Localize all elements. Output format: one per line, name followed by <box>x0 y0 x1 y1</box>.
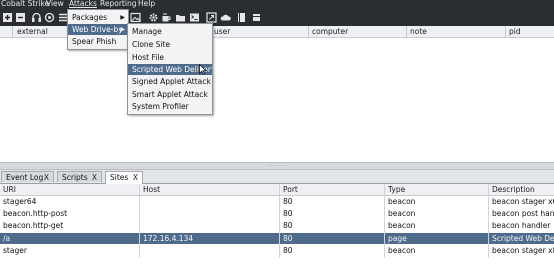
terminal-icon[interactable] <box>189 12 200 23</box>
cell-type: beacon <box>388 209 416 218</box>
tab-label: Event Log <box>6 173 44 182</box>
pane-splitter[interactable]: · · · · · <box>0 162 554 170</box>
link-icon[interactable] <box>206 12 217 23</box>
menu-item-system-profiler[interactable]: System Profiler <box>128 101 212 112</box>
close-icon[interactable]: X <box>92 172 97 183</box>
menu-item-web-drive-by[interactable]: Web Drive-by ▶ <box>68 24 128 35</box>
menu-reporting[interactable]: Reporting <box>100 0 136 9</box>
cell-uri: beacon.http-post <box>3 209 68 218</box>
coffee-icon[interactable] <box>161 12 172 23</box>
menu-attacks[interactable]: Attacks <box>69 0 97 9</box>
close-icon[interactable]: X <box>44 172 49 183</box>
column-divider <box>505 26 506 38</box>
menu-view[interactable]: View <box>46 0 64 9</box>
column-divider <box>406 26 407 38</box>
cell-uri: stager <box>3 246 27 255</box>
add-icon[interactable] <box>2 12 13 23</box>
cell-description: Scripted Web Deliv <box>492 234 554 243</box>
image-icon[interactable] <box>130 12 141 23</box>
tab-label: Sites <box>110 173 129 182</box>
table-row[interactable]: beacon.http-post 80 beacon beacon post h… <box>0 209 554 219</box>
attacks-menu: Packages ▶ Web Drive-by ▶ Spear Phish <box>67 9 129 50</box>
cell-type: beacon <box>388 246 416 255</box>
sites-table-header: URI Host Port Type Description <box>0 184 554 196</box>
column-header-type[interactable]: Type <box>388 184 488 195</box>
menu-item-signed-applet-attack[interactable]: Signed Applet Attack <box>128 76 212 87</box>
cell-port: 80 <box>283 209 293 218</box>
menu-item-spear-phish[interactable]: Spear Phish <box>68 36 128 47</box>
remove-icon[interactable] <box>15 12 26 23</box>
targets-table-body[interactable] <box>0 38 554 162</box>
menu-item-label: Packages <box>72 13 107 22</box>
menu-item-host-file[interactable]: Host File <box>128 52 212 63</box>
cell-host <box>143 246 278 256</box>
menu-help[interactable]: Help <box>138 0 155 9</box>
column-divider <box>12 26 13 38</box>
column-header-port[interactable]: Port <box>283 184 383 195</box>
cell-type: beacon <box>388 197 416 206</box>
menu-item-smart-applet-attack[interactable]: Smart Applet Attack <box>128 89 212 100</box>
cell-description: beacon handler <box>492 221 551 230</box>
column-header-pid[interactable]: pid <box>509 26 549 37</box>
menu-cobalt-strike[interactable]: Cobalt Strike <box>1 0 49 9</box>
menu-item-label: Web Drive-by <box>72 25 123 34</box>
cell-host <box>143 197 278 207</box>
tab-event-log[interactable]: Event Log X <box>1 171 54 182</box>
folder-icon[interactable] <box>175 12 186 23</box>
chevron-right-icon: ▶ <box>120 26 125 33</box>
tab-sites[interactable]: Sites X <box>105 171 143 184</box>
cell-type: beacon <box>388 221 416 230</box>
column-divider <box>308 26 309 38</box>
tab-label: Scripts <box>62 173 88 182</box>
cell-description: beacon stager x6 <box>492 197 554 206</box>
cell-host: 172.16.4.134 <box>143 234 194 243</box>
column-header-user[interactable]: user <box>214 26 304 37</box>
column-divider <box>279 184 280 258</box>
table-row[interactable]: stager 80 beacon beacon stager x8 <box>0 246 554 256</box>
cell-uri: beacon.http-get <box>3 221 64 230</box>
column-header-description[interactable]: Description <box>492 184 554 195</box>
column-header-host[interactable]: Host <box>143 184 278 195</box>
table-row-selected[interactable]: /a 172.16.4.134 80 page Scripted Web Del… <box>0 233 554 244</box>
cell-uri: /a <box>3 234 11 243</box>
cloud-icon[interactable] <box>220 12 231 23</box>
cell-port: 80 <box>283 246 293 255</box>
close-icon[interactable]: X <box>133 172 138 183</box>
headphones-icon[interactable] <box>31 12 42 23</box>
cell-host <box>143 209 278 219</box>
menu-item-packages[interactable]: Packages ▶ <box>68 12 128 23</box>
cell-host <box>143 221 278 231</box>
menu-item-manage[interactable]: Manage <box>128 26 212 37</box>
cell-description: beacon stager x8 <box>492 246 554 255</box>
column-divider <box>384 184 385 258</box>
cube-icon[interactable] <box>251 12 262 23</box>
table-row[interactable]: beacon.http-get 80 beacon beacon handler <box>0 221 554 231</box>
table-row[interactable]: stager64 80 beacon beacon stager x6 <box>0 197 554 207</box>
menu-item-label: Spear Phish <box>72 37 117 46</box>
target-icon[interactable] <box>44 12 55 23</box>
cell-description: beacon post hand <box>492 209 554 218</box>
splitter-grip-icon[interactable]: · · · · · <box>269 164 286 170</box>
column-header-computer[interactable]: computer <box>312 26 402 37</box>
gear-icon[interactable] <box>148 12 159 23</box>
cell-port: 80 <box>283 221 293 230</box>
column-divider <box>139 184 140 258</box>
column-header-uri[interactable]: URI <box>3 184 138 195</box>
menu-item-clone-site[interactable]: Clone Site <box>128 39 212 50</box>
cell-type: page <box>388 234 407 243</box>
cell-uri: stager64 <box>3 197 37 206</box>
menu-bar: Cobalt Strike View Attacks Reporting Hel… <box>0 0 554 9</box>
tab-scripts[interactable]: Scripts X <box>57 171 102 182</box>
book-icon[interactable] <box>236 12 247 23</box>
tab-strip: Event Log X Scripts X Sites X <box>0 170 554 184</box>
cell-port: 80 <box>283 197 293 206</box>
mouse-cursor-icon <box>199 64 207 75</box>
chevron-right-icon: ▶ <box>120 14 125 21</box>
column-header-note[interactable]: note <box>410 26 500 37</box>
cell-port: 80 <box>283 234 293 243</box>
column-divider <box>488 184 489 258</box>
